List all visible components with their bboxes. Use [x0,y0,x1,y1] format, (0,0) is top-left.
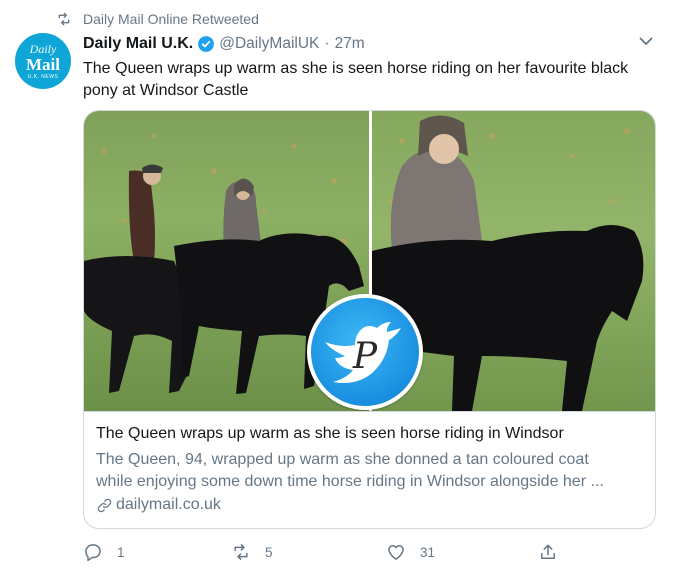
watermark-bird-badge: P [307,294,423,410]
card-domain: dailymail.co.uk [96,496,221,514]
retweet-count: 5 [265,544,273,560]
retweet-icon [58,12,70,26]
reply-icon [85,544,101,562]
card-description: The Queen, 94, wrapped up warm as she do… [96,449,641,493]
avatar-text-mail: Mail [26,54,60,74]
retweeted-by-row[interactable]: Daily Mail Online Retweeted [55,9,259,29]
display-name[interactable]: Daily Mail U.K. [83,35,193,53]
reply-count: 1 [117,544,125,560]
badge-letter: P [352,336,378,377]
tweet-timestamp[interactable]: 27m [335,35,365,53]
tweet-text: The Queen wraps up warm as she is seen h… [83,60,629,99]
separator-dot: · [324,35,330,52]
avatar-text-uknews: U.K. NEWS [27,73,59,80]
avatar[interactable]: Daily Mail U.K. NEWS [15,33,71,89]
tweet-actions: 1 5 31 [83,540,563,564]
retweeted-by-label: Daily Mail Online Retweeted [83,11,259,27]
like-button[interactable]: 31 [386,540,435,564]
like-count: 31 [420,544,436,560]
card-description-line: while enjoying some down time horse ridi… [96,473,604,490]
retweet-icon [234,544,248,560]
user-handle[interactable]: @DailyMailUK [219,35,319,53]
tweet-header: Daily Mail U.K. @DailyMailUK · 27m [83,33,365,55]
chevron-down-icon[interactable] [636,31,656,51]
share-icon [541,544,555,559]
avatar-text-daily: Daily [29,41,57,56]
link-card[interactable]: P The Queen wraps up warm as she is seen… [83,110,656,529]
card-title: The Queen wraps up warm as she is seen h… [96,425,564,442]
verified-badge-icon [198,36,215,52]
link-icon [97,498,112,512]
reply-button[interactable]: 1 [83,540,125,564]
card-text-area[interactable]: The Queen wraps up warm as she is seen h… [84,411,655,528]
heart-icon [388,545,404,560]
card-domain-label: dailymail.co.uk [116,496,221,513]
retweet-button[interactable]: 5 [231,540,273,564]
share-button[interactable] [538,540,558,564]
card-description-line: The Queen, 94, wrapped up warm as she do… [96,451,589,468]
